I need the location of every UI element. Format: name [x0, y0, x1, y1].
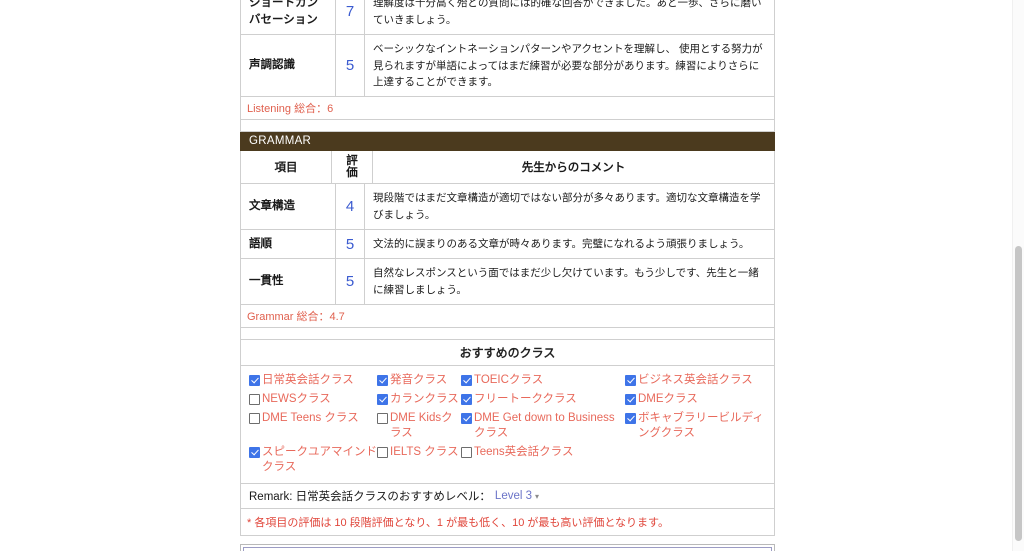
- checkbox-icon[interactable]: [377, 446, 388, 458]
- grammar-section-title: GRAMMAR: [240, 132, 775, 152]
- checkbox-row: NEWSクラス カランクラス フリートーククラス DMEクラス: [241, 390, 774, 409]
- level-dropdown[interactable]: Level 3 ▾: [495, 490, 539, 502]
- checkbox-option[interactable]: DME Get down to Business クラス: [461, 411, 625, 441]
- header-item: 項目: [241, 151, 332, 184]
- section-spacer: [240, 120, 775, 133]
- table-row: 声調認識 5 ベーシックなイントネーションパターンやアクセントを理解し、 使用と…: [240, 35, 775, 98]
- checkbox-option[interactable]: IELTS クラス: [377, 445, 461, 460]
- checkbox-label: NEWSクラス: [262, 392, 331, 405]
- checkbox-option[interactable]: ボキャブラリービルディングクラス: [625, 411, 775, 441]
- checkbox-option[interactable]: 発音クラス: [377, 373, 461, 388]
- checkbox-option[interactable]: DME Teens クラス: [241, 411, 377, 426]
- row-comment: 理解度は十分高く殆どの質問には的確な回答ができました。あと一歩、さらに磨いていき…: [373, 0, 762, 26]
- checkbox-option[interactable]: Teens英会話クラス: [461, 445, 625, 460]
- header-score: 評 価: [332, 151, 373, 184]
- checkbox-option[interactable]: フリートーククラス: [461, 392, 625, 407]
- table-row: 一貫性 5 自然なレスポンスという面ではまだ少し欠けています。もう少しです、先生…: [240, 259, 775, 305]
- level-dropdown-value: Level 3: [494, 489, 533, 502]
- header-score-line1: 評: [346, 155, 358, 168]
- header-score-line2: 価: [346, 167, 358, 180]
- row-score: 5: [336, 35, 365, 97]
- checkbox-icon[interactable]: [377, 375, 388, 386]
- checkbox-label: ボキャブラリービルディングクラス: [638, 411, 764, 439]
- checkbox-icon[interactable]: [249, 412, 260, 424]
- table-header-row: 項目 評 価 先生からのコメント: [240, 151, 775, 185]
- table-row: 文章構造 4 現段階ではまだ文章構造が適切ではない部分が多々あります。適切な文章…: [240, 184, 775, 230]
- row-score: 4: [336, 184, 365, 229]
- remark-label: Remark: 日常英会話クラスのおすすめレベル：: [249, 490, 491, 503]
- legend-title: 総合評価の種類: [243, 546, 772, 551]
- overall-rating-legend: 総合評価の種類 Pre Beginner Beginner Upper Begi…: [240, 543, 775, 551]
- checkbox-icon[interactable]: [377, 393, 388, 405]
- checkbox-icon[interactable]: [249, 393, 260, 405]
- checkbox-label: カランクラス: [390, 392, 459, 405]
- checkbox-label: 日常英会話クラス: [262, 374, 354, 386]
- listening-total: Listening 総合：6: [240, 97, 775, 121]
- checkbox-icon[interactable]: [625, 412, 636, 424]
- row-comment: 文法的に誤まりのある文章が時々あります。完璧になれるよう頑張りましょう。: [373, 238, 750, 250]
- checkbox-label: 発音クラス: [390, 374, 448, 386]
- checkbox-icon[interactable]: [461, 412, 472, 424]
- checkbox-icon[interactable]: [461, 375, 472, 386]
- page-scrollbar-thumb[interactable]: [1015, 246, 1022, 541]
- checkbox-label: DME Get down to Business クラス: [474, 411, 615, 439]
- page-scrollbar-track[interactable]: [1012, 0, 1024, 551]
- checkbox-icon[interactable]: [461, 393, 472, 405]
- checkbox-label: スピークユアマインドクラス: [262, 445, 377, 473]
- row-score: 5: [336, 259, 365, 304]
- checkbox-label: DMEクラス: [638, 392, 698, 405]
- chevron-down-icon: ▾: [535, 492, 540, 502]
- checkbox-label: DME Kidsクラス: [390, 411, 453, 439]
- row-comment: 自然なレスポンスという面ではまだ少し欠けています。もう少しです、先生と一緒に練習…: [373, 267, 759, 296]
- row-item-label: 一貫性: [241, 259, 336, 304]
- checkbox-row: スピークユアマインドクラス IELTS クラス Teens英会話クラス: [241, 443, 774, 477]
- checkbox-label: TOEICクラス: [474, 374, 544, 386]
- checkbox-row: DME Teens クラス DME Kidsクラス DME Get down t…: [241, 409, 774, 443]
- remark-row: Remark: 日常英会話クラスのおすすめレベル： Level 3 ▾: [240, 483, 775, 509]
- row-comment: 現段階ではまだ文章構造が適切ではない部分が多々あります。適切な文章構造を学びまし…: [373, 192, 761, 221]
- checkbox-option[interactable]: DMEクラス: [625, 392, 775, 407]
- checkbox-row: 日常英会話クラス 発音クラス TOEICクラス ビジネス英会話クラス: [241, 371, 774, 390]
- row-comment: ベーシックなイントネーションパターンやアクセントを理解し、 使用とする努力が見ら…: [373, 43, 763, 88]
- checkbox-option[interactable]: DME Kidsクラス: [377, 411, 461, 441]
- row-score: 7: [336, 0, 365, 35]
- header-comment: 先生からのコメント: [521, 162, 626, 175]
- page-root: ショートカンバセーション 7 理解度は十分高く殆どの質問には的確な回答ができまし…: [0, 0, 1024, 551]
- grammar-total: Grammar 総合：4.7: [240, 305, 775, 328]
- row-item-label: 声調認識: [241, 35, 336, 97]
- rating-scale-footnote: * 各項目の評価は 10 段階評価となり、1 が最も低く、10 が最も高い評価と…: [240, 508, 775, 536]
- table-row: ショートカンバセーション 7 理解度は十分高く殆どの質問には的確な回答ができまし…: [240, 0, 775, 36]
- checkbox-option[interactable]: カランクラス: [377, 392, 461, 407]
- checkbox-option[interactable]: TOEICクラス: [461, 373, 625, 388]
- checkbox-icon[interactable]: [377, 412, 388, 424]
- row-item-label: 文章構造: [241, 184, 336, 229]
- row-item-label: 語順: [241, 229, 336, 259]
- recommended-classes-body: 日常英会話クラス 発音クラス TOEICクラス ビジネス英会話クラス NEWSク…: [240, 366, 775, 484]
- checkbox-option[interactable]: ビジネス英会話クラス: [625, 373, 775, 388]
- checkbox-icon[interactable]: [625, 393, 636, 405]
- recommended-classes-title: おすすめのクラス: [240, 340, 775, 366]
- checkbox-icon[interactable]: [625, 375, 636, 386]
- checkbox-option[interactable]: NEWSクラス: [241, 392, 377, 407]
- row-score: 5: [336, 229, 365, 259]
- checkbox-icon[interactable]: [461, 446, 472, 458]
- section-spacer: [240, 328, 775, 340]
- table-row: 語順 5 文法的に誤まりのある文章が時々あります。完璧になれるよう頑張りましょう…: [240, 229, 775, 260]
- checkbox-label: ビジネス英会話クラス: [638, 374, 753, 386]
- student-report: ショートカンバセーション 7 理解度は十分高く殆どの質問には的確な回答ができまし…: [240, 0, 775, 551]
- checkbox-icon[interactable]: [249, 446, 260, 458]
- checkbox-icon[interactable]: [249, 375, 260, 386]
- legend-table: 総合評価の種類 Pre Beginner Beginner Upper Begi…: [243, 546, 772, 551]
- checkbox-label: Teens英会話クラス: [474, 445, 574, 458]
- table-row: 総合評価の種類: [243, 546, 772, 551]
- checkbox-option[interactable]: スピークユアマインドクラス: [241, 445, 377, 475]
- checkbox-option[interactable]: 日常英会話クラス: [241, 373, 377, 388]
- checkbox-label: IELTS クラス: [390, 445, 459, 458]
- row-item-label: ショートカンバセーション: [241, 0, 336, 35]
- checkbox-label: フリートーククラス: [474, 392, 577, 405]
- checkbox-label: DME Teens クラス: [262, 411, 359, 424]
